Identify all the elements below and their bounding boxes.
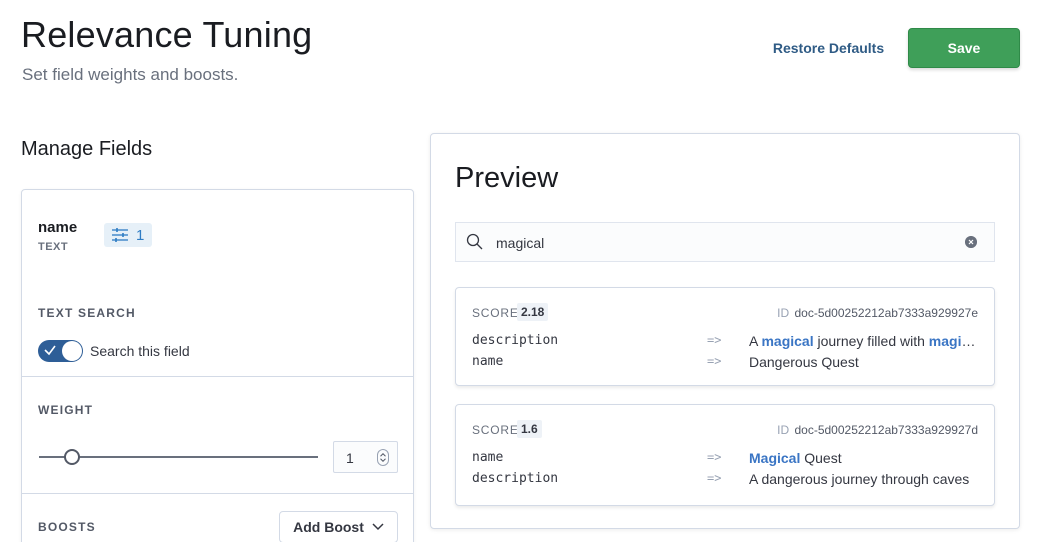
manage-fields-title: Manage Fields — [21, 138, 153, 160]
add-boost-label: Add Boost — [293, 519, 364, 535]
result-id: ID doc-5d00252212ab7333a929927e — [777, 306, 978, 320]
field-arrow: => — [707, 450, 722, 464]
result-field-row: name => Dangerous Quest — [472, 354, 978, 374]
divider — [22, 376, 413, 377]
value-text: A — [749, 333, 762, 349]
field-arrow: => — [707, 333, 722, 347]
sliders-icon — [112, 228, 128, 242]
field-value: A magical journey filled with magical cr… — [749, 333, 979, 349]
field-key: name — [472, 450, 504, 465]
field-key: name — [472, 354, 504, 369]
result-card[interactable]: SCORE 2.18 ID doc-5d00252212ab7333a92992… — [455, 287, 995, 386]
field-key: description — [472, 471, 559, 486]
field-panel: name TEXT 1 TEXT SEARCH Search this fiel… — [21, 189, 414, 542]
divider — [22, 493, 413, 494]
preview-title: Preview — [455, 162, 559, 194]
page-title: Relevance Tuning — [21, 14, 313, 55]
value-highlight: Magical — [749, 450, 801, 466]
search-icon — [466, 233, 483, 250]
field-arrow: => — [707, 471, 722, 485]
value-text: journey filled with — [813, 333, 929, 349]
result-field-row: name => Magical Quest — [472, 450, 978, 470]
boosts-label: BOOSTS — [38, 520, 96, 534]
chevron-down-icon — [372, 523, 384, 531]
weight-label: WEIGHT — [38, 403, 94, 417]
search-field-toggle[interactable] — [38, 340, 83, 362]
value-highlight: magical — [761, 333, 814, 349]
result-card[interactable]: SCORE 1.6 ID doc-5d00252212ab7333a929927… — [455, 404, 995, 506]
id-value: doc-5d00252212ab7333a929927d — [794, 423, 978, 437]
score-label: SCORE — [472, 306, 519, 320]
weight-input[interactable]: 1 — [333, 441, 398, 473]
field-value: Magical Quest — [749, 450, 979, 466]
weight-slider-thumb[interactable] — [64, 449, 80, 465]
stepper-icon[interactable] — [377, 449, 389, 466]
check-icon — [44, 345, 56, 356]
weight-slider[interactable] — [39, 456, 318, 458]
field-value: Dangerous Quest — [749, 354, 979, 370]
boost-count: 1 — [136, 226, 145, 244]
id-label: ID — [777, 423, 790, 437]
value-text: A dangerous journey through caves — [749, 471, 970, 487]
search-query: magical — [496, 235, 545, 251]
field-type: TEXT — [38, 241, 69, 253]
id-label: ID — [777, 306, 790, 320]
text-search-label: TEXT SEARCH — [38, 306, 136, 320]
field-value: A dangerous journey through caves — [749, 471, 979, 487]
value-highlight: magical — [928, 333, 979, 349]
result-id: ID doc-5d00252212ab7333a929927d — [777, 423, 978, 437]
value-text: Dangerous Quest — [749, 354, 859, 370]
page-subtitle: Set field weights and boosts. — [22, 65, 239, 84]
boost-count-badge[interactable]: 1 — [104, 223, 153, 247]
result-field-row: description => A dangerous journey throu… — [472, 471, 978, 491]
value-text: Quest — [800, 450, 842, 466]
save-button[interactable]: Save — [908, 28, 1020, 68]
field-arrow: => — [707, 354, 722, 368]
score-label: SCORE — [472, 423, 519, 437]
preview-search-input[interactable]: magical — [455, 222, 995, 262]
search-field-label: Search this field — [90, 343, 190, 359]
score-value: 2.18 — [517, 303, 549, 321]
restore-defaults-button[interactable]: Restore Defaults — [766, 36, 891, 60]
field-name: name — [38, 219, 78, 236]
score-value: 1.6 — [517, 420, 542, 438]
preview-panel: Preview magical SCORE 2.18 ID doc-5d0025… — [430, 133, 1020, 529]
weight-value: 1 — [346, 450, 354, 466]
result-field-row: description => A magical journey filled … — [472, 333, 979, 353]
field-key: description — [472, 333, 559, 348]
clear-icon[interactable] — [965, 236, 977, 248]
toggle-knob — [62, 341, 82, 361]
id-value: doc-5d00252212ab7333a929927e — [794, 306, 978, 320]
add-boost-button[interactable]: Add Boost — [279, 511, 398, 542]
